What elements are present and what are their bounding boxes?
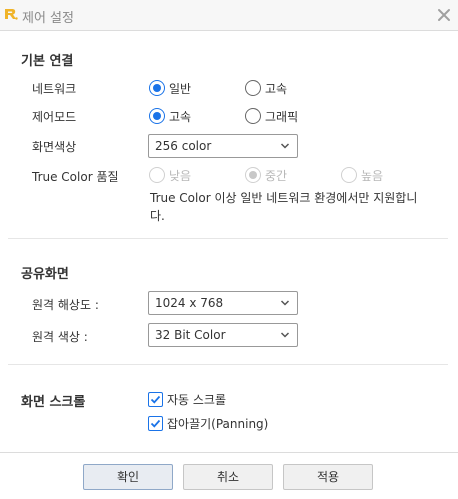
- check-icon: [150, 419, 161, 428]
- check-icon: [150, 395, 161, 404]
- control-mode-label: 제어모드: [32, 110, 77, 124]
- network-label: 네트워크: [32, 82, 77, 96]
- close-icon[interactable]: [436, 7, 452, 23]
- remote-color-label: 원격 색상 :: [32, 330, 88, 344]
- resolution-select[interactable]: 1024 x 768: [148, 291, 298, 315]
- section-title-scroll: 화면 스크롤: [21, 395, 86, 410]
- radio-circle: [341, 167, 357, 183]
- radio-label: 낮음: [169, 168, 192, 183]
- ok-button[interactable]: 확인: [83, 464, 173, 490]
- screen-color-label: 화면색상: [32, 140, 77, 154]
- radio-circle: [149, 80, 165, 96]
- panning-checkbox[interactable]: 잡아끌기(Panning): [148, 414, 268, 432]
- rc-logo-icon: [5, 9, 18, 20]
- radio-circle: [149, 167, 165, 183]
- control-mode-option-fast[interactable]: 고속: [149, 107, 191, 125]
- screen-color-value: 256 color: [155, 139, 212, 153]
- resolution-label: 원격 해상도 :: [32, 298, 99, 312]
- resolution-value: 1024 x 768: [155, 296, 224, 310]
- true-color-label: True Color 품질: [32, 170, 119, 184]
- control-mode-option-graphic[interactable]: 그래픽: [245, 107, 298, 125]
- title-bar: 제어 설정: [0, 0, 458, 31]
- apply-button[interactable]: 적용: [283, 464, 373, 490]
- section-title-basic: 기본 연결: [21, 54, 74, 69]
- auto-scroll-checkbox[interactable]: 자동 스크롤: [148, 390, 226, 408]
- remote-color-value: 32 Bit Color: [155, 328, 226, 342]
- radio-label: 일반: [169, 81, 192, 96]
- true-color-option-high[interactable]: 높음: [341, 166, 383, 184]
- checkbox-box: [148, 391, 163, 407]
- dialog-footer: 확인 취소 적용: [0, 452, 458, 499]
- network-option-normal[interactable]: 일반: [149, 79, 191, 97]
- radio-circle: [245, 80, 261, 96]
- radio-circle: [149, 108, 165, 124]
- radio-circle: [245, 108, 261, 124]
- checkbox-box: [148, 415, 163, 431]
- chevron-down-icon: [280, 143, 290, 149]
- section-title-shared: 공유화면: [21, 267, 69, 282]
- checkbox-label: 자동 스크롤: [167, 392, 227, 407]
- divider: [8, 364, 448, 365]
- remote-color-select[interactable]: 32 Bit Color: [148, 323, 298, 347]
- radio-label: 그래픽: [265, 109, 299, 124]
- divider: [8, 238, 448, 239]
- radio-label: 높음: [361, 168, 384, 183]
- true-color-option-low[interactable]: 낮음: [149, 166, 191, 184]
- true-color-option-mid[interactable]: 중간: [245, 166, 287, 184]
- chevron-down-icon: [280, 300, 290, 306]
- checkbox-label: 잡아끌기(Panning): [167, 416, 269, 431]
- screen-color-select[interactable]: 256 color: [148, 134, 298, 158]
- radio-label: 중간: [265, 168, 288, 183]
- window-title: 제어 설정: [22, 11, 74, 26]
- radio-label: 고속: [265, 81, 288, 96]
- true-color-note: True Color 이상 일반 네트워크 환경에서만 지원합니다.: [150, 191, 418, 223]
- radio-label: 고속: [169, 109, 192, 124]
- cancel-button[interactable]: 취소: [183, 464, 273, 490]
- network-option-fast[interactable]: 고속: [245, 79, 287, 97]
- chevron-down-icon: [280, 332, 290, 338]
- radio-circle: [245, 167, 261, 183]
